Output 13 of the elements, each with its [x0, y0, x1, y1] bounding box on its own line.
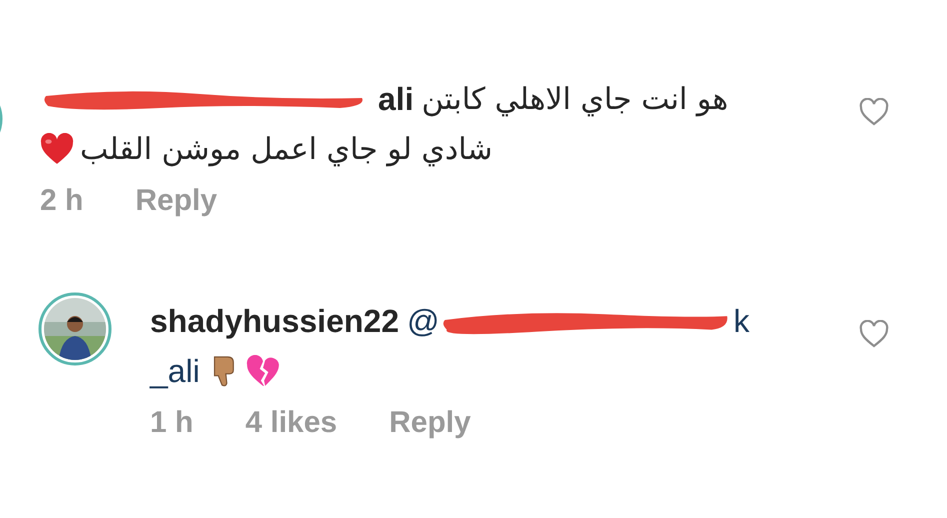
comment-text: شادي لو جاي اعمل موشن القلب — [80, 132, 492, 166]
timestamp: 1 h — [150, 406, 194, 440]
comment-text: هو انت جاي الاهلي كابتن — [422, 82, 728, 116]
username[interactable]: shadyhussien22 — [150, 302, 399, 340]
heart-icon — [40, 133, 74, 165]
timestamp: 2 h — [40, 184, 84, 218]
mention-link[interactable]: _ali — [150, 352, 200, 390]
mention-link[interactable]: k — [733, 302, 750, 340]
like-heart-icon[interactable] — [859, 98, 889, 126]
mention-link[interactable]: @ — [407, 302, 440, 340]
like-heart-icon[interactable] — [859, 320, 889, 348]
broken-heart-icon — [246, 355, 280, 387]
username[interactable]: ali — [378, 80, 414, 118]
